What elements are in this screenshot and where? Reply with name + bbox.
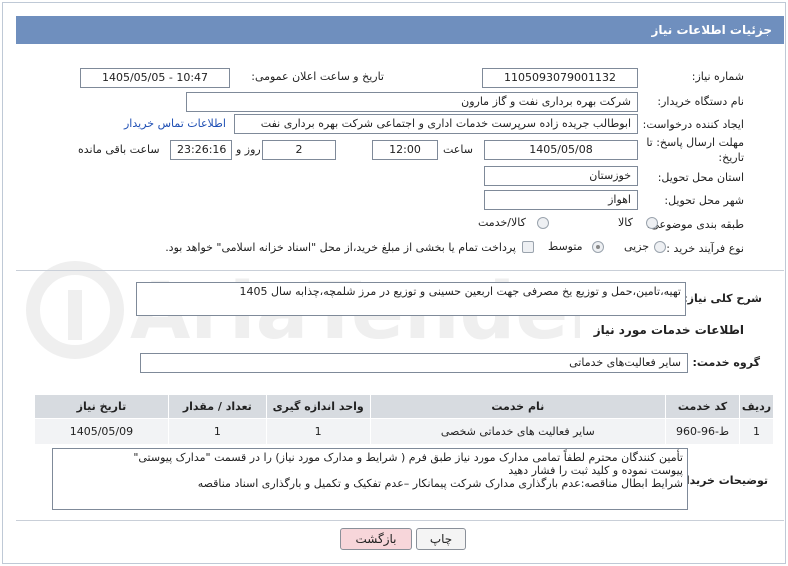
buyer-notes-line: شرایط ابطال مناقصه:عدم بارگذاری مدارک شر… xyxy=(197,477,683,490)
category-goods-label: کالا xyxy=(618,216,633,229)
need-description-label: شرح کلی نیاز: xyxy=(683,292,762,305)
col-code-header: کد خدمت xyxy=(665,394,741,419)
category-goods-radio[interactable] xyxy=(646,217,658,229)
print-button[interactable]: چاپ xyxy=(416,528,466,550)
services-table-header: ردیف کد خدمت نام خدمت واحد اندازه گیری ت… xyxy=(34,394,774,419)
col-qty-header: تعداد / مقدار xyxy=(167,394,267,419)
footer-divider xyxy=(16,520,784,521)
quantity-cell: 1 xyxy=(167,418,267,445)
deadline-time-label: ساعت xyxy=(443,143,473,156)
need-description-field: تهیه،تامین،حمل و توزیع یخ مصرفی جهت اربع… xyxy=(136,282,686,316)
service-name-cell: سایر فعالیت های خدماتی شخصی xyxy=(369,418,667,445)
creator-label: ایجاد کننده درخواست: xyxy=(642,118,744,131)
services-section-title: اطلاعات خدمات مورد نیاز xyxy=(593,323,744,337)
deadline-date-field: 1405/05/08 xyxy=(484,140,638,160)
process-minor-label: جزیی xyxy=(624,240,650,253)
col-name-header: نام خدمت xyxy=(369,394,667,419)
buyer-notes-field: تأمین کنندگان محترم لطفاً تمامی مدارک مو… xyxy=(52,448,688,510)
back-button[interactable]: بازگشت xyxy=(340,528,412,550)
need-date-cell: 1405/05/09 xyxy=(34,418,169,445)
page-header: جزئیات اطلاعات نیاز xyxy=(16,16,784,44)
category-goods-service-radio[interactable] xyxy=(537,217,549,229)
services-table: ردیف کد خدمت نام خدمت واحد اندازه گیری ت… xyxy=(34,394,774,445)
service-group-label: گروه خدمت: xyxy=(692,356,760,369)
creator-field: ابوطالب جریده زاده سرپرست خدمات اداری و … xyxy=(234,114,638,134)
deadline-date-label: تاریخ: xyxy=(718,151,744,164)
buyer-notes-line: تأمین کنندگان محترم لطفاً تمامی مدارک مو… xyxy=(133,451,683,464)
need-number-label: شماره نیاز: xyxy=(691,70,744,83)
service-group-field: سایر فعالیت‌های خدماتی xyxy=(140,353,688,373)
treasury-payment-checkbox[interactable] xyxy=(522,241,534,253)
deadline-label: مهلت ارسال پاسخ: تا xyxy=(646,136,744,149)
row-number-cell: 1 xyxy=(739,418,774,445)
buyer-notes-label: توضیحات خریدار: xyxy=(675,474,768,487)
announce-datetime-field: 1405/05/05 - 10:47 xyxy=(80,68,230,88)
buyer-notes-line: پیوست نموده و کلید ثبت را فشار دهید xyxy=(508,464,683,477)
deadline-time-field: 12:00 xyxy=(372,140,438,160)
service-code-cell: ط-96-960 xyxy=(665,418,741,445)
buyer-org-label: نام دستگاه خریدار: xyxy=(657,95,744,108)
city-label: شهر محل تحویل: xyxy=(664,194,744,207)
buyer-org-field: شرکت بهره برداری نفت و گاز مارون xyxy=(186,92,638,112)
remaining-days-label: روز و xyxy=(236,143,261,156)
need-number-field: 1105093079001132 xyxy=(482,68,638,88)
col-date-header: تاریخ نیاز xyxy=(34,394,169,419)
category-label: طبقه بندی موضوعی: xyxy=(646,218,744,231)
announce-datetime-label: تاریخ و ساعت اعلان عمومی: xyxy=(251,70,384,83)
col-row-header: ردیف xyxy=(739,394,774,419)
unit-cell: 1 xyxy=(265,418,371,445)
remaining-time-field: 23:26:16 xyxy=(170,140,232,160)
process-minor-radio[interactable] xyxy=(654,241,666,253)
page-title: جزئیات اطلاعات نیاز xyxy=(651,23,772,37)
treasury-payment-note: پرداخت تمام یا بخشی از مبلغ خرید،از محل … xyxy=(165,241,516,254)
process-medium-label: متوسط xyxy=(548,240,583,253)
province-label: استان محل تحویل: xyxy=(657,171,744,184)
process-type-label: نوع فرآیند خرید : xyxy=(666,242,744,255)
remaining-days-field: 2 xyxy=(262,140,336,160)
province-field: خوزستان xyxy=(484,166,638,186)
table-row: 1 ط-96-960 سایر فعالیت های خدماتی شخصی 1… xyxy=(34,418,774,445)
col-unit-header: واحد اندازه گیری xyxy=(265,394,371,419)
remaining-time-label: ساعت باقی مانده xyxy=(78,143,160,156)
city-field: اهواز xyxy=(484,190,638,210)
category-goods-service-label: کالا/خدمت xyxy=(478,216,526,229)
need-description-text: تهیه،تامین،حمل و توزیع یخ مصرفی جهت اربع… xyxy=(239,285,681,298)
process-medium-radio[interactable] xyxy=(592,241,604,253)
buyer-contact-link[interactable]: اطلاعات تماس خریدار xyxy=(124,117,226,130)
section-divider xyxy=(16,270,784,271)
